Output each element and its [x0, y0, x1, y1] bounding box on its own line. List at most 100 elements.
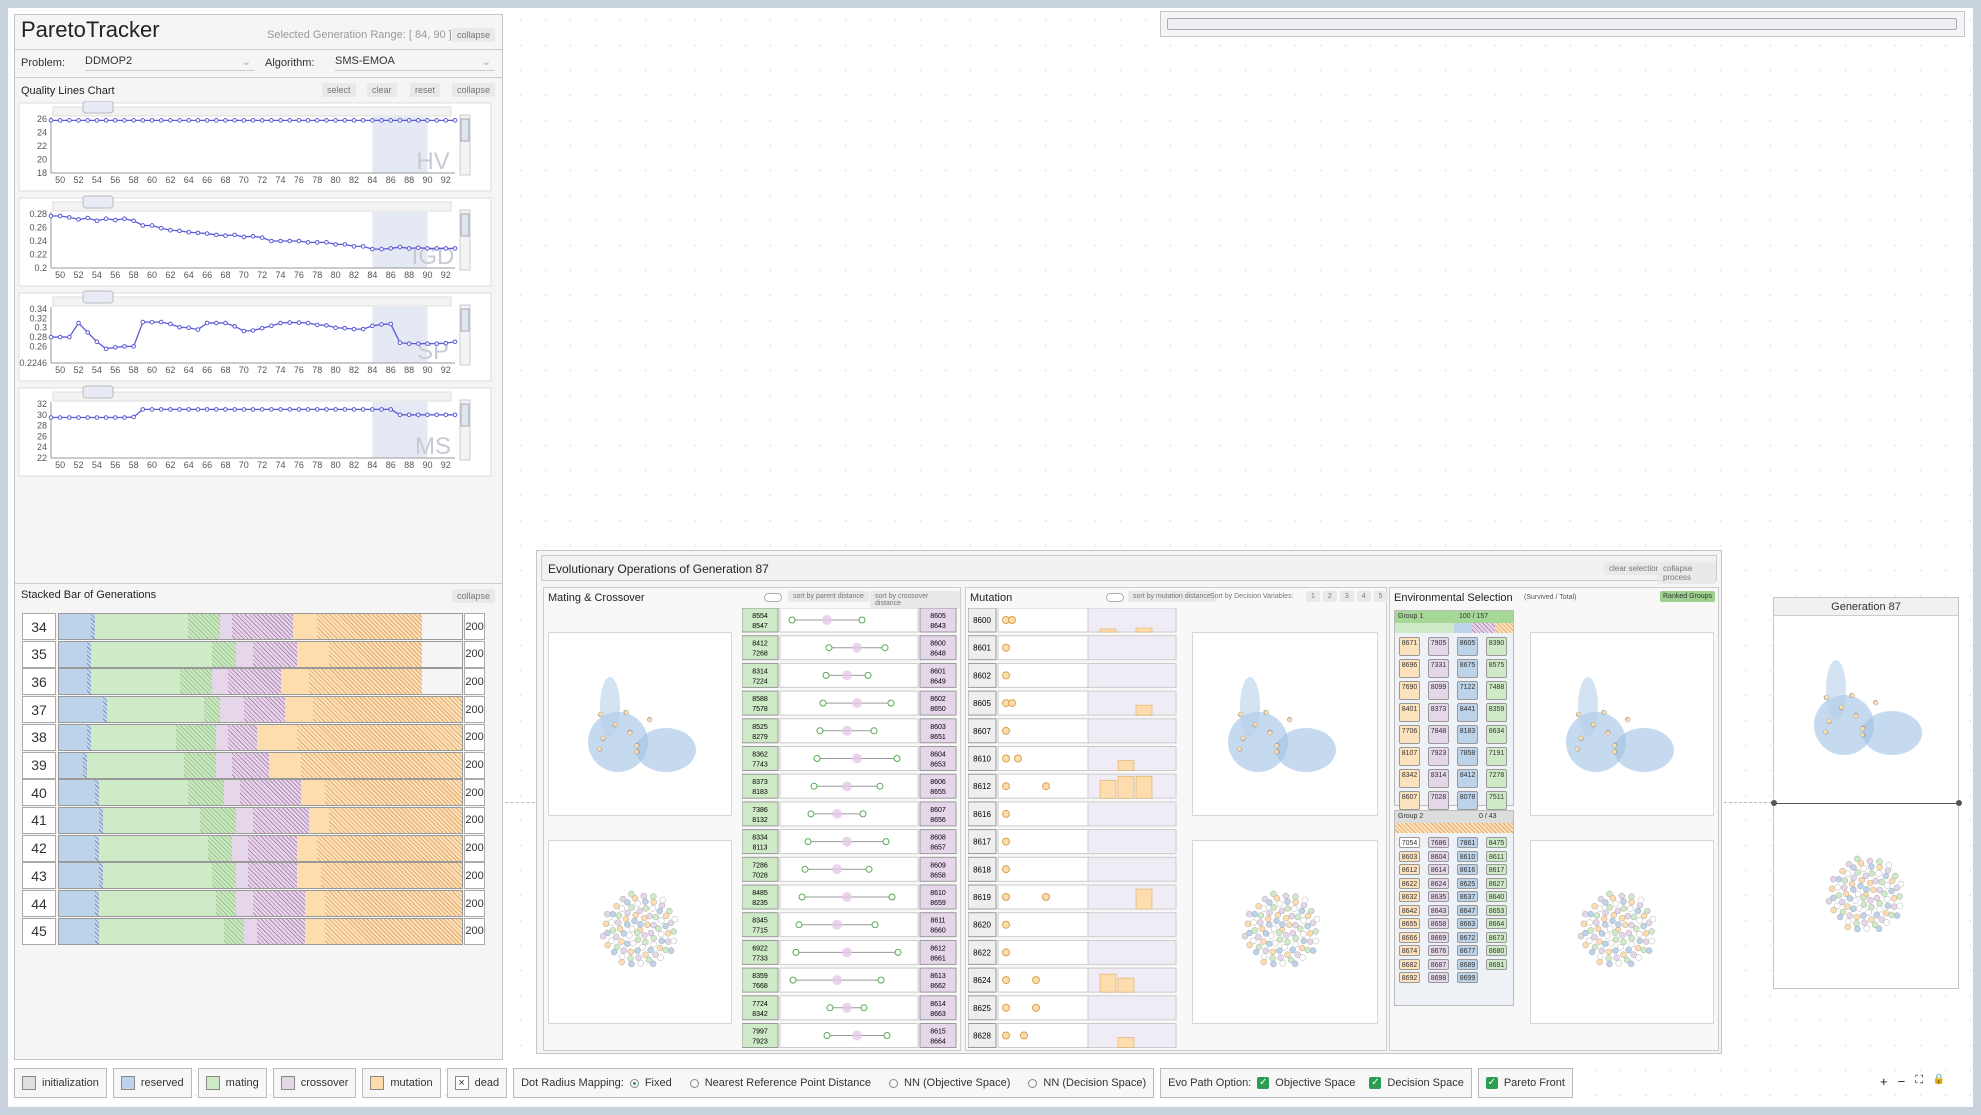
data-point[interactable] [250, 328, 256, 333]
individual-tag[interactable]: 8610 [1457, 850, 1478, 862]
data-point[interactable] [351, 244, 357, 249]
data-point[interactable] [204, 231, 210, 236]
individual-tag[interactable]: 8643 [1428, 904, 1449, 916]
data-point[interactable] [85, 215, 91, 221]
data-point[interactable] [259, 235, 265, 240]
data-point[interactable] [388, 246, 394, 251]
bar-segment[interactable] [59, 863, 100, 889]
mutation-row[interactable]: 8619 [968, 884, 1177, 910]
bar-segment[interactable] [252, 641, 297, 667]
individual-tag[interactable]: 8669 [1428, 931, 1449, 943]
bar-segment[interactable] [59, 918, 96, 944]
data-point[interactable] [296, 407, 302, 412]
individual-tag[interactable]: 7686 [1428, 837, 1449, 848]
individual-tag[interactable]: 8607 [1399, 791, 1420, 810]
data-point[interactable] [168, 118, 173, 123]
data-point[interactable] [259, 118, 265, 123]
scroll-thumb[interactable] [460, 213, 470, 237]
individual-tag[interactable]: 8664 [1486, 918, 1507, 929]
data-point[interactable] [360, 244, 366, 249]
mating-pair-row[interactable]: 8554 8547 8605 8643 [742, 608, 957, 633]
quality-chart-hv[interactable]: 26 24 22 20 18 50 52 54 56 58 60 62 64 66 68 70 72 74 76 78… [18, 101, 492, 192]
mutation-row[interactable]: 8617 [968, 829, 1177, 855]
sort-parent-button[interactable]: sort by parent distance [788, 591, 869, 602]
mating-pair-row[interactable]: 8588 7578 8602 8650 [742, 690, 957, 716]
individual-tag[interactable]: 8640 [1486, 891, 1507, 902]
bar-segment[interactable] [59, 891, 96, 916]
bar-segment[interactable] [296, 641, 330, 667]
bar-segment[interactable] [232, 614, 293, 639]
individual-tag[interactable]: 7488 [1486, 681, 1507, 700]
bar-segment[interactable] [256, 724, 297, 750]
data-point[interactable] [287, 320, 293, 325]
mutation-row[interactable]: 8600 [968, 608, 1177, 633]
data-point[interactable] [443, 246, 449, 251]
individual-tag[interactable]: 8616 [1457, 864, 1478, 875]
individual-tag[interactable]: 8698 [1428, 972, 1449, 983]
data-point[interactable] [452, 118, 458, 123]
data-point[interactable] [195, 407, 201, 412]
bar-segment[interactable] [91, 669, 180, 695]
data-point[interactable] [213, 232, 219, 238]
data-point[interactable] [314, 240, 320, 245]
bar-segment[interactable] [312, 697, 463, 723]
data-point[interactable] [425, 118, 430, 123]
individual-tag[interactable]: 8687 [1428, 958, 1449, 970]
stacked-bar-row[interactable]: 35 200 [22, 640, 485, 669]
data-point[interactable] [131, 118, 136, 123]
legend-item[interactable]: mutation [362, 1068, 441, 1098]
individual-tag[interactable]: 8099 [1428, 681, 1449, 700]
mating-pair-row[interactable]: 7724 8342 8614 8663 [742, 995, 957, 1021]
data-point[interactable] [67, 215, 72, 220]
individual-tag[interactable]: 8617 [1486, 864, 1507, 875]
mutation-row[interactable]: 8602 [968, 662, 1177, 688]
individual-tag[interactable]: 7122 [1457, 681, 1478, 700]
brush-handle[interactable] [82, 195, 114, 209]
data-point[interactable] [232, 407, 237, 412]
bar-segment[interactable] [280, 669, 309, 695]
generation-bar[interactable] [58, 806, 464, 834]
individual-tag[interactable]: 8671 [1399, 637, 1420, 656]
data-point[interactable] [85, 118, 91, 123]
brush-handle[interactable] [82, 101, 114, 114]
individual-tag[interactable]: 8677 [1457, 945, 1478, 956]
legend-item[interactable]: initialization [14, 1068, 107, 1098]
data-point[interactable] [351, 407, 357, 412]
env-decision-scatter[interactable] [1530, 840, 1714, 1024]
minus-icon[interactable]: − [1898, 1074, 1906, 1089]
data-point[interactable] [177, 324, 182, 330]
bar-segment[interactable] [304, 918, 326, 944]
data-point[interactable] [94, 415, 100, 420]
mutation-list[interactable]: 8600 8601 8602 8605 8607 8610 8612 8616 8617 8618… [968, 608, 1178, 1048]
data-point[interactable] [370, 118, 375, 123]
data-point[interactable] [94, 118, 100, 123]
data-point[interactable] [415, 412, 421, 418]
individual-tag[interactable]: 7905 [1428, 637, 1449, 656]
checkbox-pareto[interactable]: ✓ [1485, 1077, 1498, 1089]
bar-segment[interactable] [200, 807, 237, 833]
bar-segment[interactable] [220, 697, 245, 723]
sort-crossover-button[interactable]: sort by crossover distance [870, 591, 960, 609]
data-point[interactable] [360, 407, 366, 412]
data-point[interactable] [76, 118, 81, 123]
bar-segment[interactable] [59, 835, 96, 861]
stacked-bar-row[interactable]: 37 200 [22, 695, 485, 724]
data-point[interactable] [94, 339, 100, 345]
data-point[interactable] [122, 344, 127, 349]
data-point[interactable] [434, 412, 439, 418]
data-point[interactable] [204, 118, 210, 123]
group1-header[interactable]: Group 1 100 / 157 [1395, 611, 1513, 623]
individual-tag[interactable]: 7861 [1457, 837, 1478, 848]
data-point[interactable] [360, 326, 366, 332]
individual-tag[interactable]: 8625 [1457, 877, 1478, 889]
bar-segment[interactable] [232, 835, 249, 861]
generation-bar[interactable] [58, 779, 464, 807]
stacked-bar-row[interactable]: 41 200 [22, 806, 485, 835]
individual-tag[interactable]: 7028 [1428, 791, 1449, 810]
mutation-row[interactable]: 8618 [968, 856, 1177, 882]
data-point[interactable] [269, 323, 274, 329]
individual-tag[interactable]: 8183 [1457, 725, 1478, 744]
bar-segment[interactable] [236, 863, 249, 889]
data-point[interactable] [314, 407, 320, 412]
mutation-row[interactable]: 8610 [968, 746, 1177, 771]
